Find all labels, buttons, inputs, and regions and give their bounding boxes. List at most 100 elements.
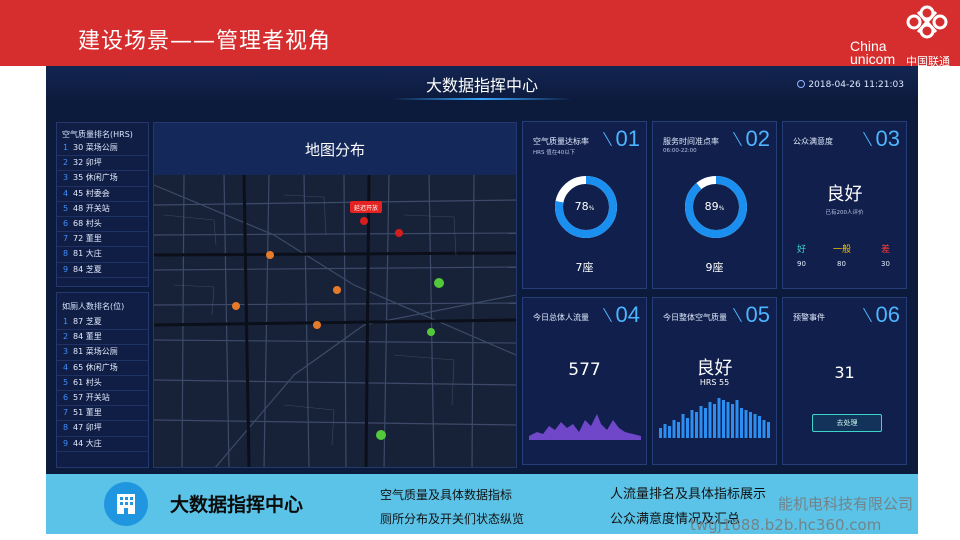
bar <box>726 402 730 438</box>
map-marker[interactable] <box>395 229 403 237</box>
card-service-punctuality[interactable]: 02 服务时间准点率 06:00-22:00 89% 9座 <box>652 121 777 289</box>
people-flow-area-chart <box>529 414 641 440</box>
rank-row[interactable]: 5 61 村头 <box>57 376 148 391</box>
handle-alerts-button[interactable]: 去处理 <box>812 414 882 432</box>
card-count: 7座 <box>575 261 594 274</box>
people-rank-list: 1 87 芝夏 2 84 董里 3 81 菜场公厕 4 65 休闲广场 5 61 村头 6 57 开关… <box>57 315 148 452</box>
rank-name: 董里 <box>85 234 102 244</box>
map-marker[interactable] <box>434 278 444 288</box>
dashboard-title: 大数据指挥中心 <box>425 76 538 95</box>
people-rank-panel: 如厕人数排名(位) 1 87 芝夏 2 84 董里 3 81 菜场公厕 4 65 休闲广场 5 6… <box>56 292 149 468</box>
card-label: 空气质量达标率 <box>533 137 589 146</box>
card-sub: HRS 值在40以下 <box>533 150 576 156</box>
rank-name: 卯坪 <box>85 158 102 168</box>
rank-row[interactable]: 6 68 村头 <box>57 217 148 233</box>
map-canvas[interactable]: 延迟开放 <box>154 175 516 468</box>
card-sub: 06:00-22:00 <box>663 148 697 154</box>
bad-label: 差 <box>881 245 891 255</box>
rank-value: 81 <box>73 347 84 357</box>
rank-row[interactable]: 3 81 菜场公厕 <box>57 345 148 361</box>
rank-row[interactable]: 1 30 菜场公厕 <box>57 141 148 157</box>
rank-number: 1 <box>63 317 69 326</box>
rank-value: 84 <box>73 332 84 342</box>
rank-name: 董里 <box>85 332 102 342</box>
rank-number: 8 <box>63 249 69 259</box>
bar <box>744 410 748 438</box>
card-number: 04 <box>615 302 640 327</box>
rank-row[interactable]: 4 65 休闲广场 <box>57 361 148 376</box>
air-quality-sub: HRS 55 <box>699 378 730 387</box>
map-marker[interactable] <box>266 251 274 259</box>
gauge-percent-unit: % <box>718 205 725 212</box>
rank-value: 45 <box>73 188 84 198</box>
rank-number: 6 <box>63 218 69 228</box>
bar <box>672 420 676 438</box>
rank-name: 菜场公厕 <box>85 347 118 357</box>
bar <box>699 406 703 438</box>
rank-value: 81 <box>73 249 84 259</box>
rank-name: 休闲广场 <box>85 362 118 372</box>
bar <box>663 424 667 438</box>
bar <box>740 408 743 438</box>
rank-row[interactable]: 4 45 村委会 <box>57 187 148 202</box>
rank-name: 村委会 <box>85 188 110 198</box>
card-public-satisfaction[interactable]: 03 公众满意度 良好 已有200人评价 好 一般 差 90 80 30 <box>782 121 907 289</box>
gauge-percent-value: 89 <box>704 200 719 213</box>
rank-row[interactable]: 8 47 卯坪 <box>57 421 148 437</box>
rank-value: 47 <box>73 423 84 433</box>
map-marker[interactable] <box>360 217 368 225</box>
rank-number: 4 <box>63 362 69 372</box>
rank-row[interactable]: 2 84 董里 <box>57 330 148 346</box>
rank-row[interactable]: 1 87 芝夏 <box>57 315 148 331</box>
rank-row[interactable]: 6 57 开关站 <box>57 391 148 407</box>
rank-row[interactable]: 9 44 大庄 <box>57 437 148 452</box>
rank-value: 35 <box>73 173 84 183</box>
mid-label: 一般 <box>833 245 852 255</box>
satisfaction-value: 良好 <box>826 184 863 205</box>
bar <box>690 410 694 438</box>
rank-row[interactable]: 7 72 董里 <box>57 232 148 248</box>
map-marker[interactable] <box>333 286 341 294</box>
card-people-flow[interactable]: 04 今日总体人流量 577 <box>522 297 647 465</box>
rank-row[interactable]: 2 32 卯坪 <box>57 156 148 172</box>
rank-value: 57 <box>73 392 84 402</box>
gauge-percent-unit: % <box>588 205 595 212</box>
map-marker[interactable] <box>313 321 321 329</box>
air-quality-bar-chart <box>659 398 770 438</box>
bar <box>731 404 734 438</box>
banner-text: 空气质量及具体数据指标 <box>380 488 513 502</box>
datetime: 2018-04-26 11:21:03 <box>797 80 904 90</box>
map-marker[interactable] <box>232 302 240 310</box>
rank-number: 2 <box>63 158 69 168</box>
bar <box>749 412 752 438</box>
card-number: 05 <box>745 302 770 327</box>
rank-number: 9 <box>63 264 69 274</box>
card-air-quality-rate[interactable]: 01 空气质量达标率 HRS 值在40以下 78% 7座 <box>522 121 647 289</box>
rank-value: 30 <box>73 143 84 152</box>
rank-name: 大庄 <box>85 249 102 259</box>
air-rank-title: 空气质量排名(HRS) <box>62 130 133 139</box>
card-label: 服务时间准点率 <box>663 137 719 146</box>
bar <box>677 422 680 438</box>
rank-number: 5 <box>63 377 69 387</box>
logo-unicom-text: unicom <box>850 51 896 67</box>
gauge-percent: 89% <box>653 200 776 213</box>
card-air-quality-today[interactable]: 05 今日整体空气质量 良好 HRS 55 <box>652 297 777 465</box>
rank-value: 61 <box>73 377 84 387</box>
rank-row[interactable]: 9 84 芝夏 <box>57 263 148 278</box>
rank-row[interactable]: 5 48 开关站 <box>57 202 148 217</box>
rank-row[interactable]: 8 81 大庄 <box>57 247 148 263</box>
rank-row[interactable]: 7 51 董里 <box>57 406 148 422</box>
rank-value: 65 <box>73 362 84 372</box>
china-unicom-logo: China unicom 中国联通 <box>848 4 956 68</box>
slide-title: 建设场景——管理者视角 <box>78 29 332 54</box>
datetime-text: 2018-04-26 11:21:03 <box>808 80 904 90</box>
map-marker[interactable] <box>376 430 386 440</box>
card-number: 06 <box>875 302 900 327</box>
card-count: 9座 <box>705 261 724 274</box>
rank-value: 48 <box>73 203 84 213</box>
map-marker[interactable] <box>427 328 435 336</box>
rank-number: 7 <box>63 408 69 418</box>
card-alerts[interactable]: 06 预警事件 31 去处理 <box>782 297 907 465</box>
rank-row[interactable]: 3 35 休闲广场 <box>57 171 148 187</box>
